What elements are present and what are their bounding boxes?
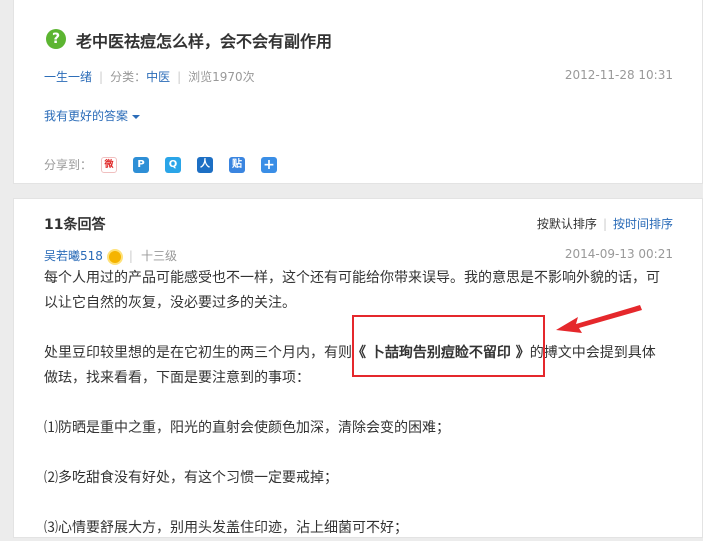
annotation-box	[352, 315, 545, 377]
question-meta: 一生一绪 | 分类：中医 | 浏览1970次	[44, 70, 255, 84]
sort-default-button[interactable]: 按默认排序	[537, 217, 597, 231]
question-date: 2012-11-28 10:31	[564, 68, 673, 82]
sun-level-icon	[108, 250, 121, 263]
annotation-arrow-icon	[556, 305, 642, 333]
category-link[interactable]: 中医	[146, 70, 170, 84]
tieba-icon[interactable]: 贴	[229, 157, 245, 173]
qzone-icon[interactable]: P	[133, 157, 149, 173]
qq-space-icon[interactable]: Q	[165, 157, 181, 173]
chevron-down-icon	[132, 114, 141, 119]
sort-controls: 按默认排序 | 按时间排序	[536, 217, 673, 231]
better-answer-label: 我有更好的答案	[44, 109, 129, 123]
answer-level: 十三级	[140, 249, 177, 263]
answer-paragraph: ⑶心情要舒展大方，别用头发盖住印迹，沾上细菌可不好；	[44, 520, 408, 536]
better-answer-button[interactable]: 我有更好的答案	[44, 107, 141, 124]
category-label: 分类：	[110, 70, 147, 84]
question-title: 老中医祛痘怎么样，会不会有副作用	[76, 32, 333, 51]
answer-paragraph: ⑴防晒是重中之重，阳光的直射会使颜色加深，清除会变的困难；	[44, 420, 450, 436]
question-user-link[interactable]: 一生一绪	[44, 70, 92, 84]
answer-author-link[interactable]: 吴若曦518	[44, 249, 103, 263]
view-count: 浏览1970次	[188, 70, 255, 84]
more-share-icon[interactable]: +	[261, 157, 277, 173]
answer-paragraph: ⑵多吃甜食没有好处，有这个习惯一定要戒掉；	[44, 470, 338, 486]
share-label: 分享到：	[44, 158, 93, 172]
question-icon: ?	[46, 29, 66, 49]
renren-icon[interactable]: 人	[197, 157, 213, 173]
answer-count: 11条回答	[44, 217, 106, 233]
weibo-icon[interactable]: 微	[101, 157, 117, 173]
answer-date: 2014-09-13 00:21	[564, 247, 673, 261]
answer-author-row: 吴若曦518 | 十三级	[44, 249, 177, 263]
question-card: ? 老中医祛痘怎么样，会不会有副作用 一生一绪 | 分类：中医 | 浏览1970次 20…	[13, 0, 703, 184]
sort-time-button[interactable]: 按时间排序	[613, 217, 673, 231]
